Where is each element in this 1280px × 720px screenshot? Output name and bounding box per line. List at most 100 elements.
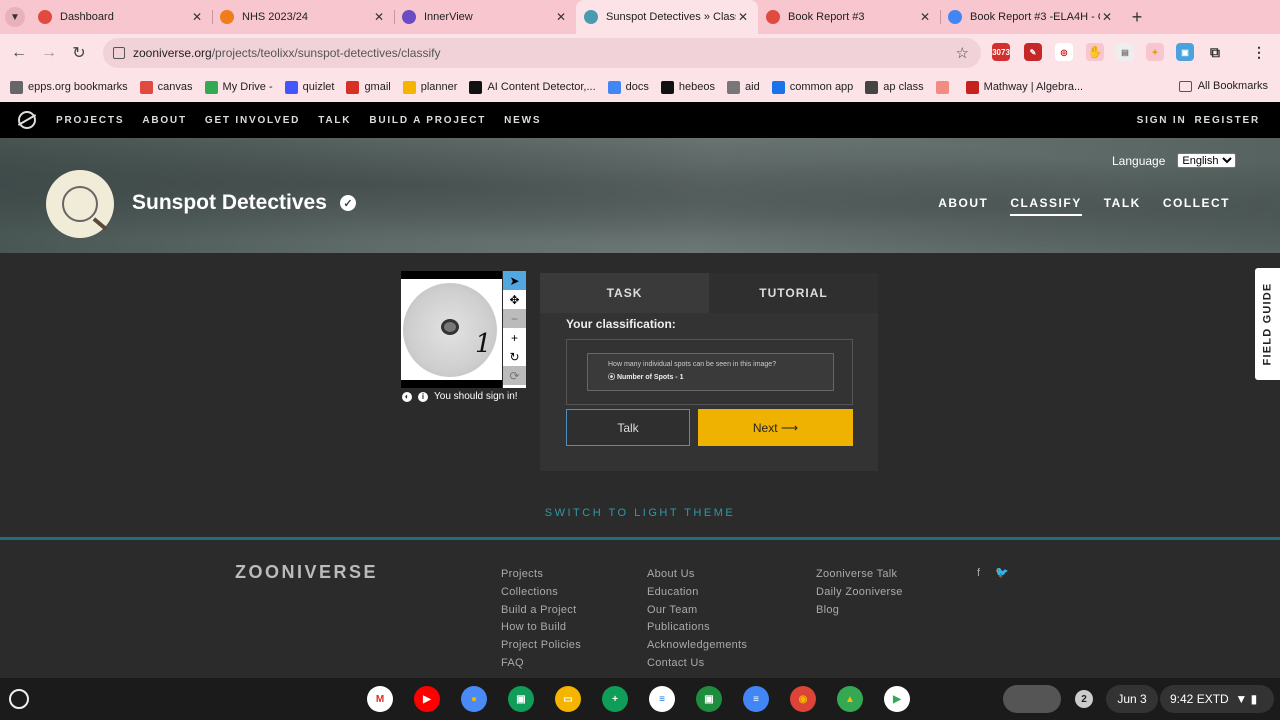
project-nav-about[interactable]: ABOUT [938, 196, 988, 216]
footer-link[interactable]: Daily Zooniverse [816, 584, 903, 602]
play-store-app-icon[interactable]: ▶ [884, 686, 910, 712]
notification-badge[interactable]: 2 [1068, 685, 1100, 713]
bookmark-item[interactable]: My Drive - [204, 80, 273, 94]
info-icon[interactable]: i [418, 391, 428, 402]
menu-kebab-icon[interactable]: ⋮ [1250, 43, 1268, 61]
app-7-app-icon[interactable]: ≡ [649, 686, 675, 712]
footer-link[interactable]: How to Build [501, 619, 581, 637]
browser-tab[interactable]: Book Report #3 -ELA4H - G ✕ [940, 0, 1122, 34]
extension-icon[interactable]: ✦ [1146, 43, 1164, 61]
nav-build-a-project[interactable]: BUILD A PROJECT [369, 115, 486, 126]
extension-icon[interactable]: ◎ [1055, 43, 1073, 61]
rotate-icon[interactable]: ↻ [503, 347, 526, 366]
bookmark-item[interactable]: aid [727, 80, 760, 94]
close-icon[interactable]: ✕ [736, 10, 750, 24]
close-icon[interactable]: ✕ [554, 10, 568, 24]
bookmark-item[interactable]: canvas [139, 80, 193, 94]
nav-get-involved[interactable]: GET INVOLVED [205, 115, 300, 126]
sign-in-link[interactable]: SIGN IN [1137, 115, 1187, 126]
forward-button[interactable]: → [34, 44, 64, 62]
footer-link[interactable]: Acknowledgements [647, 637, 747, 655]
date-tray[interactable]: Jun 3 [1106, 685, 1158, 713]
field-guide-tab[interactable]: FIELD GUIDE [1255, 268, 1280, 380]
bookmark-item[interactable]: common app [771, 80, 853, 94]
footer-link[interactable]: Education [647, 584, 747, 602]
project-nav-talk[interactable]: TALK [1104, 196, 1141, 216]
project-nav-collect[interactable]: COLLECT [1163, 196, 1230, 216]
extension-icon[interactable]: ✎ [1024, 43, 1042, 61]
nav-news[interactable]: NEWS [504, 115, 541, 126]
extension-badge-icon[interactable]: 3073 [992, 43, 1010, 61]
tab-tutorial[interactable]: TUTORIAL [709, 273, 878, 313]
move-tool-icon[interactable]: ✥ [503, 290, 526, 309]
bookmark-item[interactable]: AI Content Detector,... [469, 80, 596, 94]
footer-link[interactable]: Contact Us [647, 655, 747, 673]
extensions-puzzle-icon[interactable]: ⧉ [1206, 43, 1224, 61]
bookmark-star-icon[interactable]: ☆ [956, 44, 969, 62]
browser-tab[interactable]: InnerView ✕ [394, 0, 576, 34]
footer-link[interactable]: Blog [816, 602, 903, 620]
footer-link[interactable]: Build a Project [501, 602, 581, 620]
subject-image[interactable]: 1 [401, 279, 502, 380]
drive-app-icon[interactable]: ▲ [837, 686, 863, 712]
close-icon[interactable]: ✕ [190, 10, 204, 24]
footer-link[interactable]: Collections [501, 584, 581, 602]
invert-icon[interactable]: ◐ [402, 391, 412, 402]
classroom-app-icon[interactable]: ▣ [508, 686, 534, 712]
next-button[interactable]: Next ⟶ [698, 409, 853, 446]
docs-app-icon[interactable]: ≡ [743, 686, 769, 712]
footer-link[interactable]: Publications [647, 619, 747, 637]
back-button[interactable]: ← [4, 44, 34, 62]
footer-link[interactable]: About Us [647, 566, 747, 584]
launcher-icon[interactable] [9, 689, 29, 709]
palette-app-icon[interactable]: ● [461, 686, 487, 712]
browser-tab[interactable]: Dashboard ✕ [30, 0, 212, 34]
browser-tab[interactable]: NHS 2023/24 ✕ [212, 0, 394, 34]
new-tab-button[interactable]: + [1122, 0, 1152, 34]
reload-button[interactable]: ↻ [64, 43, 94, 63]
tab-task[interactable]: TASK [540, 273, 709, 313]
holding-space-icon[interactable] [1003, 685, 1061, 713]
project-title[interactable]: Sunspot Detectives [132, 191, 327, 215]
switch-theme-link[interactable]: SWITCH TO LIGHT THEME [0, 507, 1280, 519]
subject-viewer[interactable]: 1 [401, 271, 502, 388]
slides-app-icon[interactable]: ▭ [555, 686, 581, 712]
tab-search-button[interactable]: ▼ [0, 0, 30, 34]
site-info-icon[interactable] [113, 47, 125, 59]
gmail-app-icon[interactable]: M [367, 686, 393, 712]
close-icon[interactable]: ✕ [1100, 10, 1114, 24]
zoom-in-icon[interactable]: + [503, 328, 526, 347]
footer-link[interactable]: Zooniverse Talk [816, 566, 903, 584]
twitter-icon[interactable]: 🐦 [995, 567, 1009, 579]
footer-link[interactable]: Projects [501, 566, 581, 584]
bookmark-item[interactable]: docs [607, 80, 649, 94]
extension-icon[interactable]: ▤ [1116, 43, 1134, 61]
close-icon[interactable]: ✕ [918, 10, 932, 24]
footer-logo[interactable]: ZOONIVERSE [235, 562, 378, 583]
footer-link[interactable]: FAQ [501, 655, 581, 673]
all-bookmarks-button[interactable]: All Bookmarks [1178, 80, 1268, 92]
nav-talk[interactable]: TALK [318, 115, 351, 126]
classroom-2-app-icon[interactable]: ▣ [696, 686, 722, 712]
project-avatar[interactable] [46, 170, 114, 238]
zoom-out-icon[interactable]: − [503, 309, 526, 328]
bookmark-item[interactable]: planner [402, 80, 457, 94]
extension-icon[interactable]: ▣ [1176, 43, 1194, 61]
bookmark-item[interactable]: quizlet [284, 80, 334, 94]
bookmark-item[interactable] [935, 80, 954, 94]
project-nav-classify[interactable]: CLASSIFY [1010, 196, 1082, 216]
extension-icon[interactable]: ✋ [1086, 43, 1104, 61]
browser-tab[interactable]: Sunspot Detectives » Class ✕ [576, 0, 758, 34]
footer-link[interactable]: Our Team [647, 602, 747, 620]
facebook-icon[interactable]: f [977, 567, 980, 579]
chrome-app-icon[interactable]: ◉ [790, 686, 816, 712]
bookmark-item[interactable]: Mathway | Algebra... [965, 80, 1083, 94]
bookmark-item[interactable]: epps.org bookmarks [10, 80, 128, 94]
zooniverse-logo-icon[interactable] [18, 111, 36, 129]
status-tray[interactable]: 9:42 EXTD ▼ ▮ [1160, 685, 1274, 713]
bookmark-item[interactable]: gmail [346, 80, 391, 94]
youtube-app-icon[interactable]: ▶ [414, 686, 440, 712]
close-icon[interactable]: ✕ [372, 10, 386, 24]
footer-link[interactable]: Project Policies [501, 637, 581, 655]
reset-icon[interactable]: ⟳ [503, 366, 526, 385]
